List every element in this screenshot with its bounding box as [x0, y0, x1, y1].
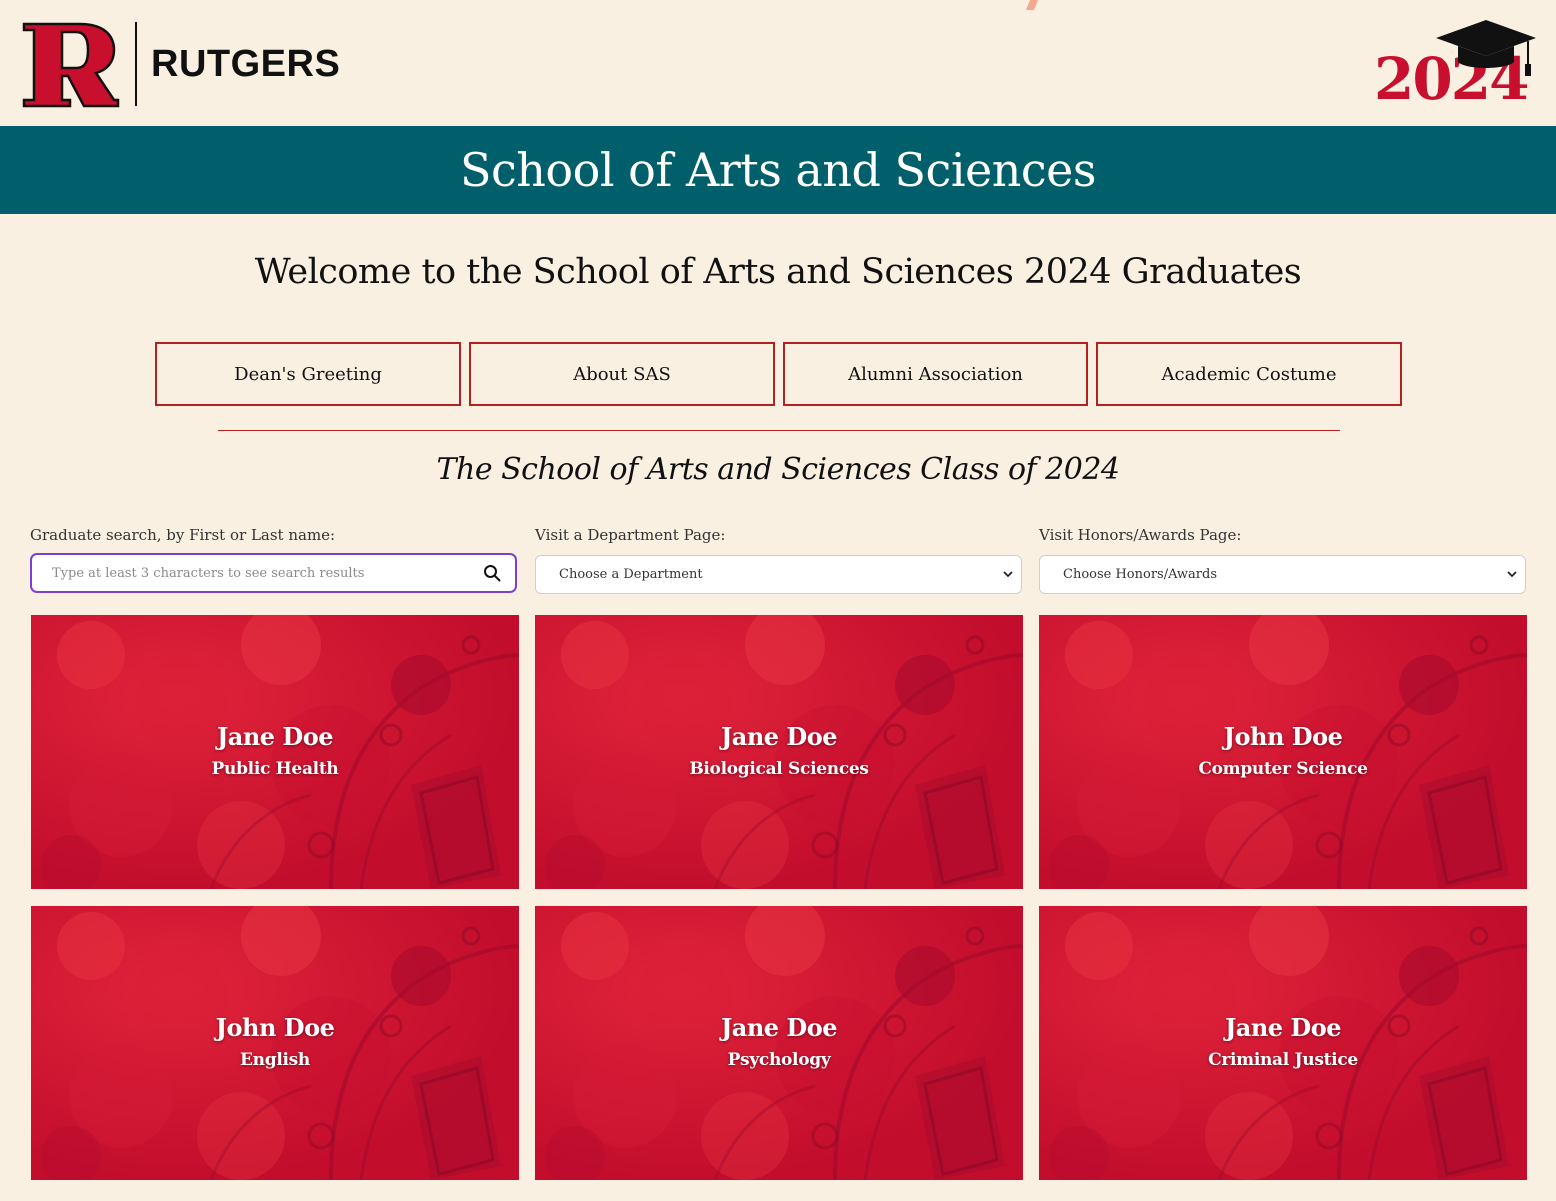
- school-banner: School of Arts and Sciences: [0, 126, 1556, 214]
- graduate-department: Criminal Justice: [1208, 1050, 1358, 1070]
- card-caption: Jane Doe Biological Sciences: [535, 615, 1023, 889]
- search-field[interactable]: [30, 553, 517, 593]
- graduate-name: Jane Doe: [720, 1013, 838, 1042]
- graduate-card[interactable]: Jane Doe Public Health: [31, 615, 519, 889]
- department-label: Visit a Department Page:: [535, 526, 726, 544]
- graduate-department: Computer Science: [1198, 759, 1368, 779]
- honors-label: Visit Honors/Awards Page:: [1039, 526, 1242, 544]
- card-caption: John Doe Computer Science: [1039, 615, 1527, 889]
- graduate-name: John Doe: [1223, 722, 1343, 751]
- graduate-name: John Doe: [215, 1013, 335, 1042]
- graduate-department: English: [240, 1050, 310, 1070]
- graduate-department: Biological Sciences: [689, 759, 869, 779]
- class-heading: The School of Arts and Sciences Class of…: [436, 452, 1120, 487]
- graduate-name: Jane Doe: [216, 722, 334, 751]
- graduate-card[interactable]: Jane Doe Biological Sciences: [535, 615, 1023, 889]
- academic-costume-button[interactable]: Academic Costume: [1096, 342, 1402, 406]
- graduation-cap-icon: [1436, 20, 1536, 76]
- honors-select-value: Choose Honors/Awards: [1063, 567, 1217, 582]
- decorative-stroke: [1026, 0, 1038, 10]
- card-caption: Jane Doe Psychology: [535, 906, 1023, 1180]
- graduate-card[interactable]: Jane Doe Criminal Justice: [1039, 906, 1527, 1180]
- welcome-heading: Welcome to the School of Arts and Scienc…: [254, 252, 1302, 292]
- card-caption: Jane Doe Criminal Justice: [1039, 906, 1527, 1180]
- department-select-value: Choose a Department: [559, 567, 703, 582]
- deans-greeting-button[interactable]: Dean's Greeting: [155, 342, 461, 406]
- graduate-department: Psychology: [727, 1050, 831, 1070]
- section-divider: [218, 430, 1340, 431]
- school-title: School of Arts and Sciences: [460, 143, 1096, 197]
- graduate-card[interactable]: John Doe English: [31, 906, 519, 1180]
- graduate-name: Jane Doe: [1224, 1013, 1342, 1042]
- about-sas-button[interactable]: About SAS: [469, 342, 775, 406]
- graduate-department: Public Health: [211, 759, 339, 779]
- card-caption: John Doe English: [31, 906, 519, 1180]
- department-select[interactable]: Choose a Department: [535, 555, 1022, 594]
- chevron-down-icon: [1507, 571, 1517, 578]
- honors-select[interactable]: Choose Honors/Awards: [1039, 555, 1526, 594]
- graduate-name: Jane Doe: [720, 722, 838, 751]
- search-icon[interactable]: [483, 564, 501, 582]
- rutgers-wordmark[interactable]: RUTGERS: [151, 40, 340, 88]
- quick-links: Dean's Greeting About SAS Alumni Associa…: [155, 342, 1402, 406]
- site-header: RUTGERS 2024: [0, 0, 1556, 126]
- chevron-down-icon: [1003, 571, 1013, 578]
- search-label: Graduate search, by First or Last name:: [30, 526, 336, 544]
- graduate-card[interactable]: Jane Doe Psychology: [535, 906, 1023, 1180]
- logo-divider: [135, 22, 137, 106]
- rutgers-r-logo[interactable]: [22, 20, 120, 108]
- search-input[interactable]: [52, 555, 472, 591]
- alumni-association-button[interactable]: Alumni Association: [783, 342, 1088, 406]
- commencement-2024-logo: 2024: [1370, 18, 1540, 113]
- graduate-card[interactable]: John Doe Computer Science: [1039, 615, 1527, 889]
- card-caption: Jane Doe Public Health: [31, 615, 519, 889]
